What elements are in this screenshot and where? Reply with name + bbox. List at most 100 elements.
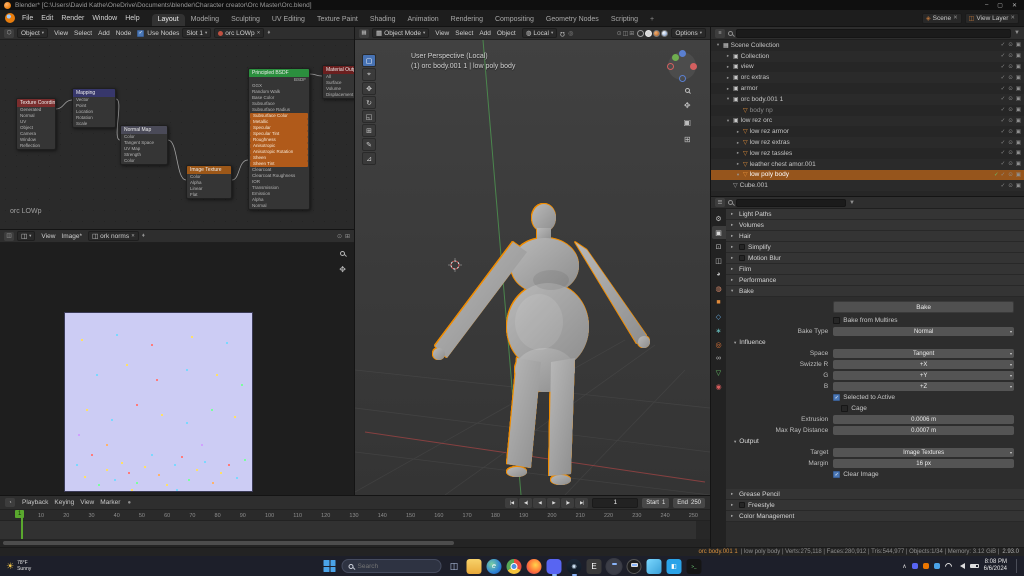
outliner-row[interactable]: ▾ ▣ orc body.001 1 ✓ ⊙ ▣ — [711, 94, 1024, 105]
current-frame-chip[interactable]: 1 — [15, 510, 24, 518]
hide-eye-icon[interactable]: ⊙ — [1008, 64, 1013, 70]
play-reverse-button[interactable]: ◀ — [533, 498, 546, 508]
transform-orientation-dropdown[interactable]: ◍ Local ▾ — [522, 28, 557, 38]
disclosure-arrow-icon[interactable]: ▾ — [735, 172, 741, 178]
selectable-checkbox-icon[interactable]: ✓ — [1001, 161, 1006, 167]
tab-view-layer[interactable]: ◫ — [712, 254, 726, 267]
outliner-item-label[interactable]: leather chest amor.001 — [750, 161, 997, 168]
outliner-item-label[interactable]: low rez extras — [750, 139, 997, 146]
auto-keying-record-icon[interactable]: ● — [127, 500, 131, 506]
select-box-tool[interactable]: ▢ — [362, 54, 376, 67]
outliner-item-label[interactable]: view — [741, 63, 997, 70]
move-tool[interactable]: ✥ — [362, 82, 376, 95]
timeline-menu-item[interactable]: Keying — [51, 499, 77, 506]
bake-from-multires-checkbox[interactable] — [833, 317, 840, 324]
shading-rendered-icon[interactable] — [661, 30, 668, 37]
play-button[interactable]: ▶ — [547, 498, 560, 508]
selectable-checkbox-icon[interactable]: ✓ — [1001, 140, 1006, 146]
viewport-menu-item[interactable]: Object — [494, 30, 519, 37]
outliner-item-label[interactable]: body np — [750, 107, 997, 114]
chrome-browser[interactable] — [507, 559, 522, 574]
timeline-body[interactable]: 1020304050607080901001101201301401501601… — [0, 510, 710, 539]
tab-particles[interactable]: ∗ — [712, 324, 726, 337]
outliner-item-label[interactable]: low rez tassles — [750, 150, 997, 157]
output-subpanel-header[interactable]: ▾ Output — [726, 436, 1024, 447]
add-workspace-button[interactable]: + — [644, 14, 660, 26]
outliner-row[interactable]: ▾ ▦ Scene Collection ✓ ⊙ ▣ — [711, 40, 1024, 51]
properties-panel-header[interactable]: ▸ Light Paths — [726, 209, 1024, 220]
properties-panel-header[interactable]: ▸ Simplify — [726, 242, 1024, 253]
selectable-checkbox-icon[interactable]: ✓ — [1001, 86, 1006, 92]
pin-icon[interactable]: ♦ — [267, 30, 270, 36]
hide-eye-icon[interactable]: ⊙ — [1008, 118, 1013, 124]
pan-hand-icon[interactable]: ✥ — [684, 101, 691, 110]
scale-tool[interactable]: ◱ — [362, 110, 376, 123]
hide-eye-icon[interactable]: ⊙ — [1008, 42, 1013, 48]
render-visibility-icon[interactable]: ▣ — [1016, 118, 1021, 124]
hide-eye-icon[interactable]: ⊙ — [1008, 172, 1013, 178]
axis-neg-z-handle[interactable] — [679, 75, 686, 82]
material-unlink-icon[interactable]: ✕ — [257, 30, 261, 36]
node-mapping[interactable]: Mapping VectorPointLocationRotationScale — [72, 88, 116, 128]
properties-search-input[interactable] — [736, 199, 846, 207]
render-visibility-icon[interactable]: ▣ — [1016, 75, 1021, 81]
material-selector[interactable]: orc LOWp ✕ — [214, 28, 264, 38]
disclosure-arrow-icon[interactable]: ▸ — [725, 75, 731, 81]
taskbar-search-input[interactable] — [358, 563, 428, 570]
image-settings-icon[interactable]: ⊙ — [337, 233, 342, 240]
outliner-item-label[interactable]: low poly body — [750, 171, 992, 178]
node-canvas[interactable]: Texture Coordinate GeneratedNormalUVObje… — [0, 40, 354, 229]
battery-icon[interactable] — [970, 564, 979, 569]
node-material-output[interactable]: Material Output AllSurfaceVolumeDisplace… — [322, 65, 354, 99]
menu-item[interactable]: Render — [57, 15, 88, 22]
disclosure-arrow-icon[interactable]: ▸ — [735, 161, 741, 167]
timeline-menu-item[interactable]: Playback — [19, 499, 51, 506]
axis-neg-x-handle[interactable] — [667, 63, 674, 70]
outliner-item-label[interactable]: Collection — [741, 53, 997, 60]
node-normal-map[interactable]: Normal Map ColorTangent SpaceUV MapStren… — [120, 125, 168, 165]
viewport-menu-item[interactable]: Add — [476, 30, 494, 37]
measure-tool[interactable]: ⊿ — [362, 152, 376, 165]
mode-dropdown[interactable]: ▦ Object Mode ▾ — [372, 28, 429, 38]
pan-hand-icon[interactable]: ✥ — [339, 265, 346, 274]
hide-eye-icon[interactable]: ⊙ — [1008, 96, 1013, 102]
properties-editor-type-icon[interactable]: ☰ — [715, 198, 725, 207]
tab-uv-editing[interactable]: UV Editing — [266, 14, 311, 26]
outliner-row[interactable]: ▸ ▣ view ✓ ⊙ ▣ — [711, 62, 1024, 73]
properties-panel-header[interactable]: ▸ Hair — [726, 231, 1024, 242]
selectable-checkbox-icon[interactable]: ✓ — [1001, 75, 1006, 81]
axis-z-handle[interactable] — [679, 50, 686, 57]
bake-panel-header[interactable]: ▾ Bake — [726, 286, 1024, 297]
jump-to-start-button[interactable]: |◀ — [505, 498, 518, 508]
options-dropdown[interactable]: Options ▾ — [671, 28, 706, 38]
shading-material-icon[interactable] — [653, 30, 660, 37]
axis-y-handle[interactable] — [672, 54, 679, 61]
filter-icon[interactable]: ▼ — [849, 200, 855, 206]
render-visibility-icon[interactable]: ▣ — [1016, 96, 1021, 102]
selectable-checkbox-icon[interactable]: ✓ — [1001, 118, 1006, 124]
navigation-gizmo[interactable] — [668, 52, 696, 80]
next-keyframe-button[interactable]: |▶ — [561, 498, 574, 508]
maximize-button[interactable]: ▢ — [997, 2, 1003, 9]
view-layer-selector[interactable]: ◫ View Layer ✕ — [965, 13, 1019, 24]
tray-app-icon[interactable] — [934, 563, 940, 569]
show-desktop-button[interactable] — [1016, 559, 1018, 573]
outliner-row[interactable]: ▸ ▣ orc extras ✓ ⊙ ▣ — [711, 72, 1024, 83]
node-image-texture[interactable]: Image Texture ColorAlphaLinearFlat — [186, 165, 232, 199]
node-principled-bsdf[interactable]: Principled BSDF BSDFGGXRandom WalkBase C… — [248, 68, 310, 210]
properties-panel-header[interactable]: ▸ Performance — [726, 275, 1024, 286]
discord[interactable] — [547, 559, 562, 574]
selectable-checkbox-icon[interactable]: ✓ — [1001, 172, 1006, 178]
render-visibility-icon[interactable]: ▣ — [1016, 150, 1021, 156]
current-frame-field[interactable]: 1 — [592, 498, 638, 508]
prev-keyframe-button[interactable]: ◀| — [519, 498, 532, 508]
viewport-editor-type-icon[interactable]: ▦ — [359, 29, 369, 38]
menu-item[interactable]: Help — [121, 15, 143, 22]
shader-type-dropdown[interactable]: Object ▾ — [17, 28, 48, 38]
outliner-row[interactable]: ▸ ▽ low rez armor ✓ ⊙ ▣ — [711, 126, 1024, 137]
shader-menu-item[interactable]: View — [51, 30, 71, 37]
timeline-editor-type-icon[interactable]: ◔ — [5, 498, 15, 507]
image-menu-item[interactable]: Image* — [58, 233, 85, 240]
tray-blender-icon[interactable] — [923, 563, 929, 569]
image-canvas[interactable]: ✥ — [0, 243, 354, 495]
